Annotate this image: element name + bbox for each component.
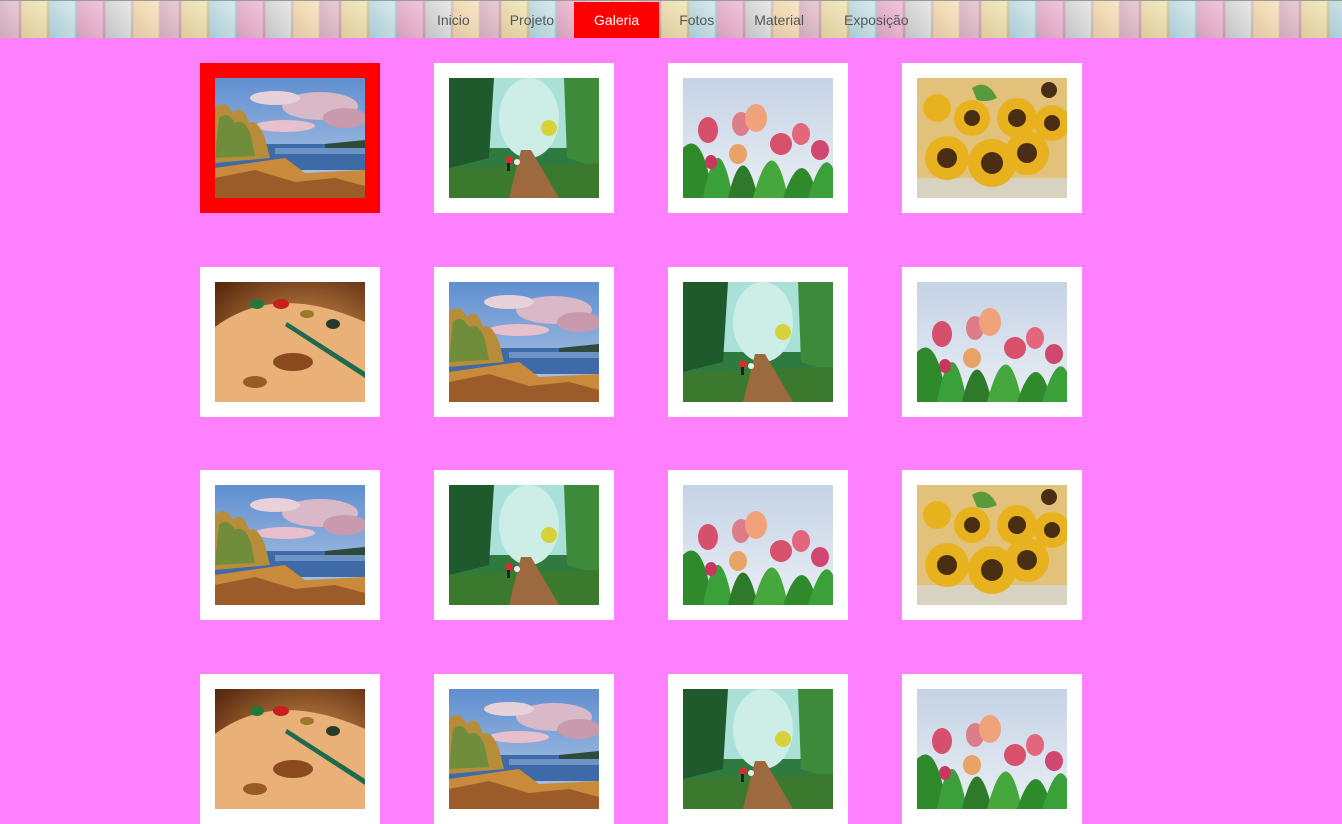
gallery-thumbnail[interactable]	[902, 267, 1082, 417]
painting-forest-road-image	[683, 689, 833, 809]
gallery-thumbnail[interactable]	[902, 470, 1082, 620]
gallery-thumbnail[interactable]	[668, 267, 848, 417]
painting-palette-image	[215, 689, 365, 809]
painting-sunflowers-image	[917, 485, 1067, 605]
gallery-thumbnail[interactable]	[200, 470, 380, 620]
menu-item-fotos[interactable]: Fotos	[659, 2, 734, 38]
gallery-thumbnail[interactable]	[668, 63, 848, 213]
gallery-thumbnail[interactable]	[200, 674, 380, 824]
gallery-thumbnail[interactable]	[434, 63, 614, 213]
painting-sunflowers-image	[917, 78, 1067, 198]
menu-item-inicio[interactable]: Inicio	[427, 2, 490, 38]
painting-palette-image	[215, 282, 365, 402]
painting-tulips-image	[683, 78, 833, 198]
gallery-thumbnail[interactable]	[668, 470, 848, 620]
menu-item-projeto[interactable]: Projeto	[490, 2, 574, 38]
menu-item-exposicao[interactable]: Exposição	[824, 2, 929, 38]
painting-tulips-image	[917, 689, 1067, 809]
gallery-thumbnail[interactable]	[200, 267, 380, 417]
painting-lake-landscape-image	[449, 282, 599, 402]
menu-item-galeria[interactable]: Galeria	[574, 2, 660, 38]
top-navigation-bar: Inicio Projeto Galeria Fotos Material Ex…	[0, 0, 1342, 38]
gallery-thumbnail[interactable]	[902, 63, 1082, 213]
painting-tulips-image	[917, 282, 1067, 402]
painting-forest-road-image	[449, 485, 599, 605]
main-menu: Inicio Projeto Galeria Fotos Material Ex…	[427, 2, 929, 38]
painting-lake-landscape-image	[215, 78, 365, 198]
painting-lake-landscape-image	[449, 689, 599, 809]
painting-tulips-image	[683, 485, 833, 605]
gallery-thumbnail[interactable]	[434, 470, 614, 620]
menu-item-material[interactable]: Material	[734, 2, 824, 38]
painting-forest-road-image	[683, 282, 833, 402]
gallery-thumbnail[interactable]	[434, 267, 614, 417]
painting-forest-road-image	[449, 78, 599, 198]
gallery-thumbnail[interactable]	[902, 674, 1082, 824]
gallery-thumbnail[interactable]	[668, 674, 848, 824]
gallery-thumbnail[interactable]	[434, 674, 614, 824]
painting-lake-landscape-image	[215, 485, 365, 605]
gallery-thumbnail[interactable]	[200, 63, 380, 213]
